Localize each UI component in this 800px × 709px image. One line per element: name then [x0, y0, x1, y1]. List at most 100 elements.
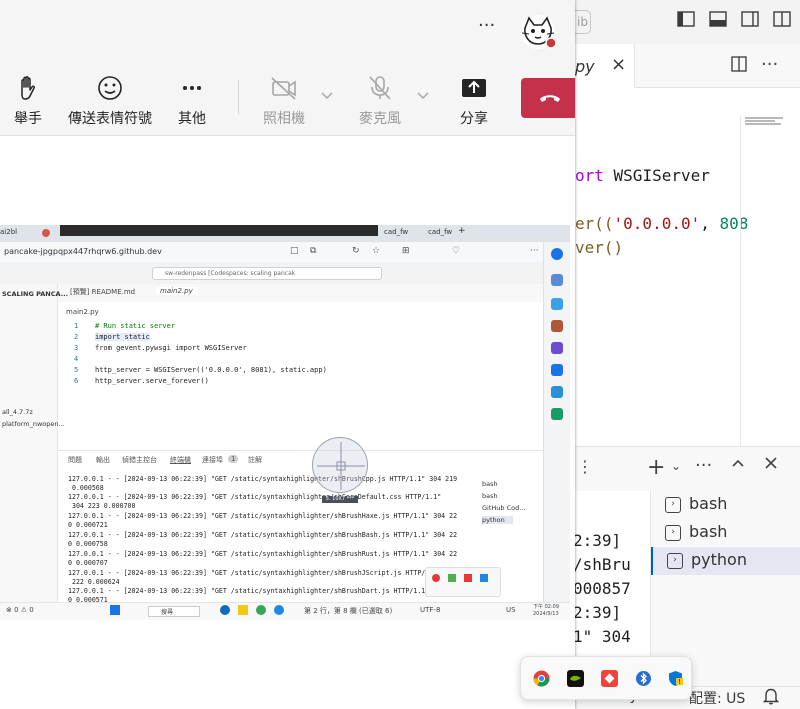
shared-term-item: bash	[482, 492, 498, 500]
terminal-tab-bash[interactable]: › bash	[651, 491, 800, 519]
terminal-icon: ›	[667, 553, 683, 569]
customize-layout-icon[interactable]	[771, 11, 793, 33]
shared-explorer: SCALING PANCA... all_4.7.7z platform_nwo…	[0, 284, 68, 602]
send-reaction-button[interactable]: 傳送表情符號	[64, 60, 156, 136]
shared-screen[interactable]: ai2bl cad_fw cad_fw + pancake-jpgpqpx447…	[0, 225, 570, 620]
nvidia-icon[interactable]	[567, 670, 584, 687]
shared-term-item: bash	[482, 480, 498, 488]
close-panel-icon[interactable]	[763, 455, 779, 476]
camera-button[interactable]: 照相機	[258, 60, 310, 136]
shared-addr-icon: ⧉	[310, 246, 317, 256]
browser-tab: cad_fw	[384, 228, 409, 236]
terminal-tab-label: python	[691, 550, 747, 569]
system-tray-overflow: !	[520, 656, 692, 700]
toggle-secondary-sidebar-icon[interactable]	[739, 11, 761, 33]
shared-sidebar-icon	[551, 342, 563, 354]
panel-header: + ⌄ ··· ⋮	[575, 447, 800, 491]
smiley-icon	[64, 74, 156, 102]
shared-sidebar-icon	[551, 364, 563, 376]
editor-more-actions-icon[interactable]: ···	[761, 54, 778, 75]
defender-icon[interactable]: !	[667, 670, 684, 687]
new-terminal-icon[interactable]: +	[647, 455, 665, 480]
mic-options-chevron-icon[interactable]	[416, 90, 430, 105]
breadcrumb	[575, 88, 800, 116]
terminal-tab-label: bash	[689, 494, 728, 513]
split-editor-icon[interactable]	[731, 56, 747, 76]
send-reaction-label: 傳送表情符號	[68, 111, 152, 127]
panel-more-icon[interactable]: ···	[695, 455, 712, 476]
shared-status-encoding: UTF-8	[420, 606, 441, 614]
chevron-down-icon[interactable]: ⌄	[671, 459, 681, 473]
microphone-label: 麥克風	[359, 111, 401, 127]
shared-status-layout: US	[506, 606, 516, 614]
raise-hand-button[interactable]: 舉手	[6, 60, 50, 136]
shared-url: pancake-jpgpqpx447rhqrw6.github.dev	[4, 247, 162, 256]
editor-scrollbar[interactable]	[740, 116, 741, 446]
terminal-output[interactable]: 2:39] /shBru 000857 2:39] 1" 304	[575, 491, 650, 681]
shared-addr-icon: ♡	[452, 246, 461, 256]
terminal-tab-label: bash	[689, 522, 728, 541]
shared-addr-icon: ···	[530, 246, 539, 256]
shared-editor-tabs: [預覽] README.md main2.py	[0, 284, 543, 302]
shared-addr-icon: ⊞	[402, 246, 410, 256]
terminal-overflow-icon[interactable]: ⋮	[577, 457, 593, 476]
hang-up-icon	[540, 95, 560, 102]
mic-off-icon	[352, 74, 408, 102]
windows-start-icon	[110, 605, 120, 615]
shared-taskbar: ⊗ 0 ⚠ 0 搜尋 第 2 行，第 8 欄 (已選取 6) UTF-8 US …	[0, 602, 570, 620]
shared-log-line: 0 0.000707	[68, 559, 108, 567]
taskbar-app-icon	[256, 605, 266, 615]
shared-panel-tab: 終端機	[170, 456, 191, 464]
chrome-icon[interactable]	[533, 670, 550, 687]
shared-clock-time: 下午 02:09	[533, 604, 559, 610]
bluetooth-icon[interactable]	[635, 670, 652, 687]
shared-code-line: http_server = WSGIServer(('0.0.0.0', 808…	[95, 366, 327, 374]
editor-tab-bar: py × ···	[575, 44, 800, 88]
close-tab-icon[interactable]: ×	[611, 54, 626, 75]
code-line-import: ort WSGIServer	[575, 166, 710, 185]
status-keyboard-layout[interactable]: 配置: US	[689, 688, 745, 708]
shared-sidebar-icon	[551, 248, 563, 260]
minimap[interactable]	[745, 117, 787, 129]
shared-log-line: 304 223 0.000700	[68, 502, 136, 510]
terminal-tab-bash[interactable]: › bash	[651, 519, 800, 547]
terminal-tab-python[interactable]: › python	[651, 547, 800, 575]
shared-addr-icon: ☆	[372, 246, 381, 256]
code-line-server: er(('0.0.0.0', 808	[575, 214, 749, 233]
shared-panel-tab: 連接埠	[202, 456, 223, 464]
camera-label: 照相機	[263, 111, 305, 127]
toggle-primary-sidebar-icon[interactable]	[675, 11, 697, 33]
maximize-panel-icon[interactable]	[730, 455, 746, 476]
shared-address-bar: pancake-jpgpqpx447rhqrw6.github.dev □ ⧉ …	[0, 242, 570, 262]
toggle-panel-icon[interactable]	[707, 11, 729, 33]
shared-log-line: 0 0.000758	[68, 540, 108, 548]
bell-icon[interactable]	[762, 687, 780, 709]
shared-explorer-item: all_4.7.7z	[2, 408, 33, 416]
leave-call-button[interactable]	[521, 78, 575, 118]
shared-sidebar-icon	[551, 386, 563, 398]
shared-term-item: python	[482, 516, 513, 524]
window-more-icon[interactable]: ···	[478, 15, 495, 36]
more-options-button[interactable]: 其他	[170, 60, 214, 136]
code-line-serve: ver()	[575, 238, 624, 257]
shared-code-line: from gevent.pywsgi import WSGIServer	[95, 344, 247, 352]
shared-vscode-title: sw-redenpass [Codespaces: scaling pancak	[0, 262, 543, 284]
shared-panel-tab: 偵錯主控台	[122, 456, 157, 464]
anydesk-icon[interactable]	[601, 670, 618, 687]
svg-text:!: !	[678, 678, 681, 686]
code-editor[interactable]: ort WSGIServer er(('0.0.0.0', 808 ver()	[575, 116, 800, 446]
shared-tray-popup	[425, 567, 501, 597]
shared-tray-icon	[464, 574, 472, 582]
shared-log-line: 127.0.0.1 - - [2024-09-13 06:22:39] "GET…	[68, 550, 458, 558]
command-center-fragment[interactable]: ib	[575, 10, 591, 34]
terminal-tabs-list: › bash › bash › python	[650, 491, 800, 681]
microphone-button[interactable]: 麥克風	[352, 60, 408, 136]
editor-tab-main2[interactable]: py ×	[575, 44, 635, 88]
avatar[interactable]	[520, 14, 560, 50]
terminal-line: /shBru	[575, 555, 631, 574]
shared-explorer-header: SCALING PANCA...	[2, 290, 69, 298]
shared-log-line: 127.0.0.1 - - [2024-09-13 06:22:39] "GET…	[68, 587, 430, 595]
camera-options-chevron-icon[interactable]	[320, 90, 334, 105]
shared-sidebar-icon	[551, 408, 563, 420]
share-button[interactable]: 分享	[450, 60, 498, 136]
